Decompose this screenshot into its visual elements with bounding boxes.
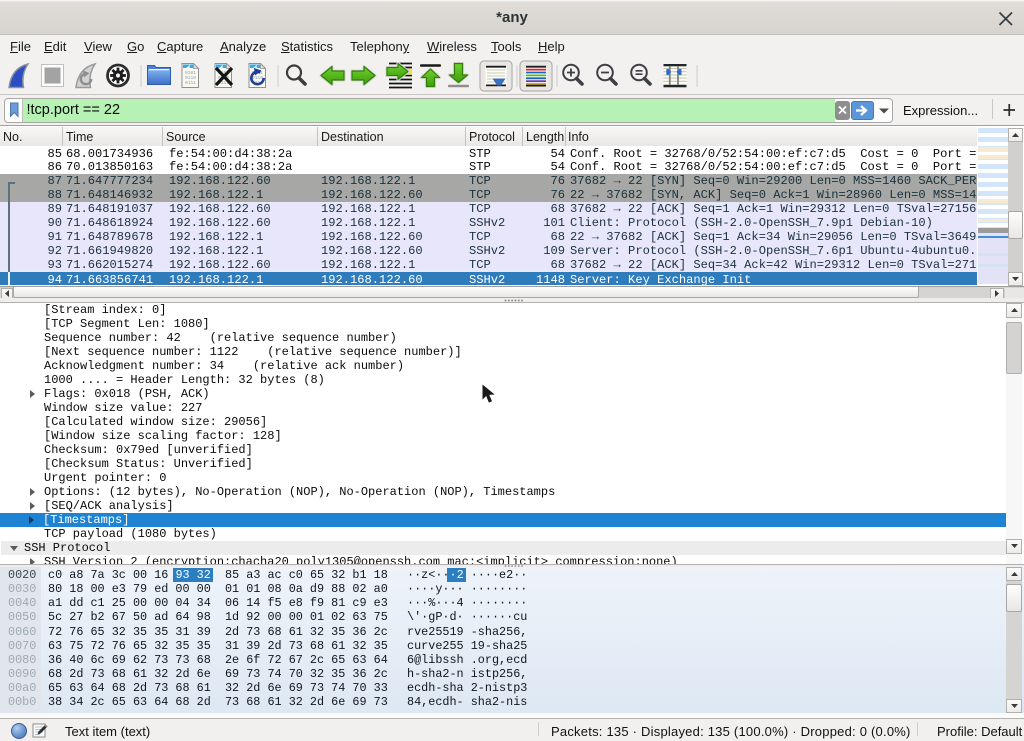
svg-text:0111: 0111 xyxy=(185,80,196,86)
